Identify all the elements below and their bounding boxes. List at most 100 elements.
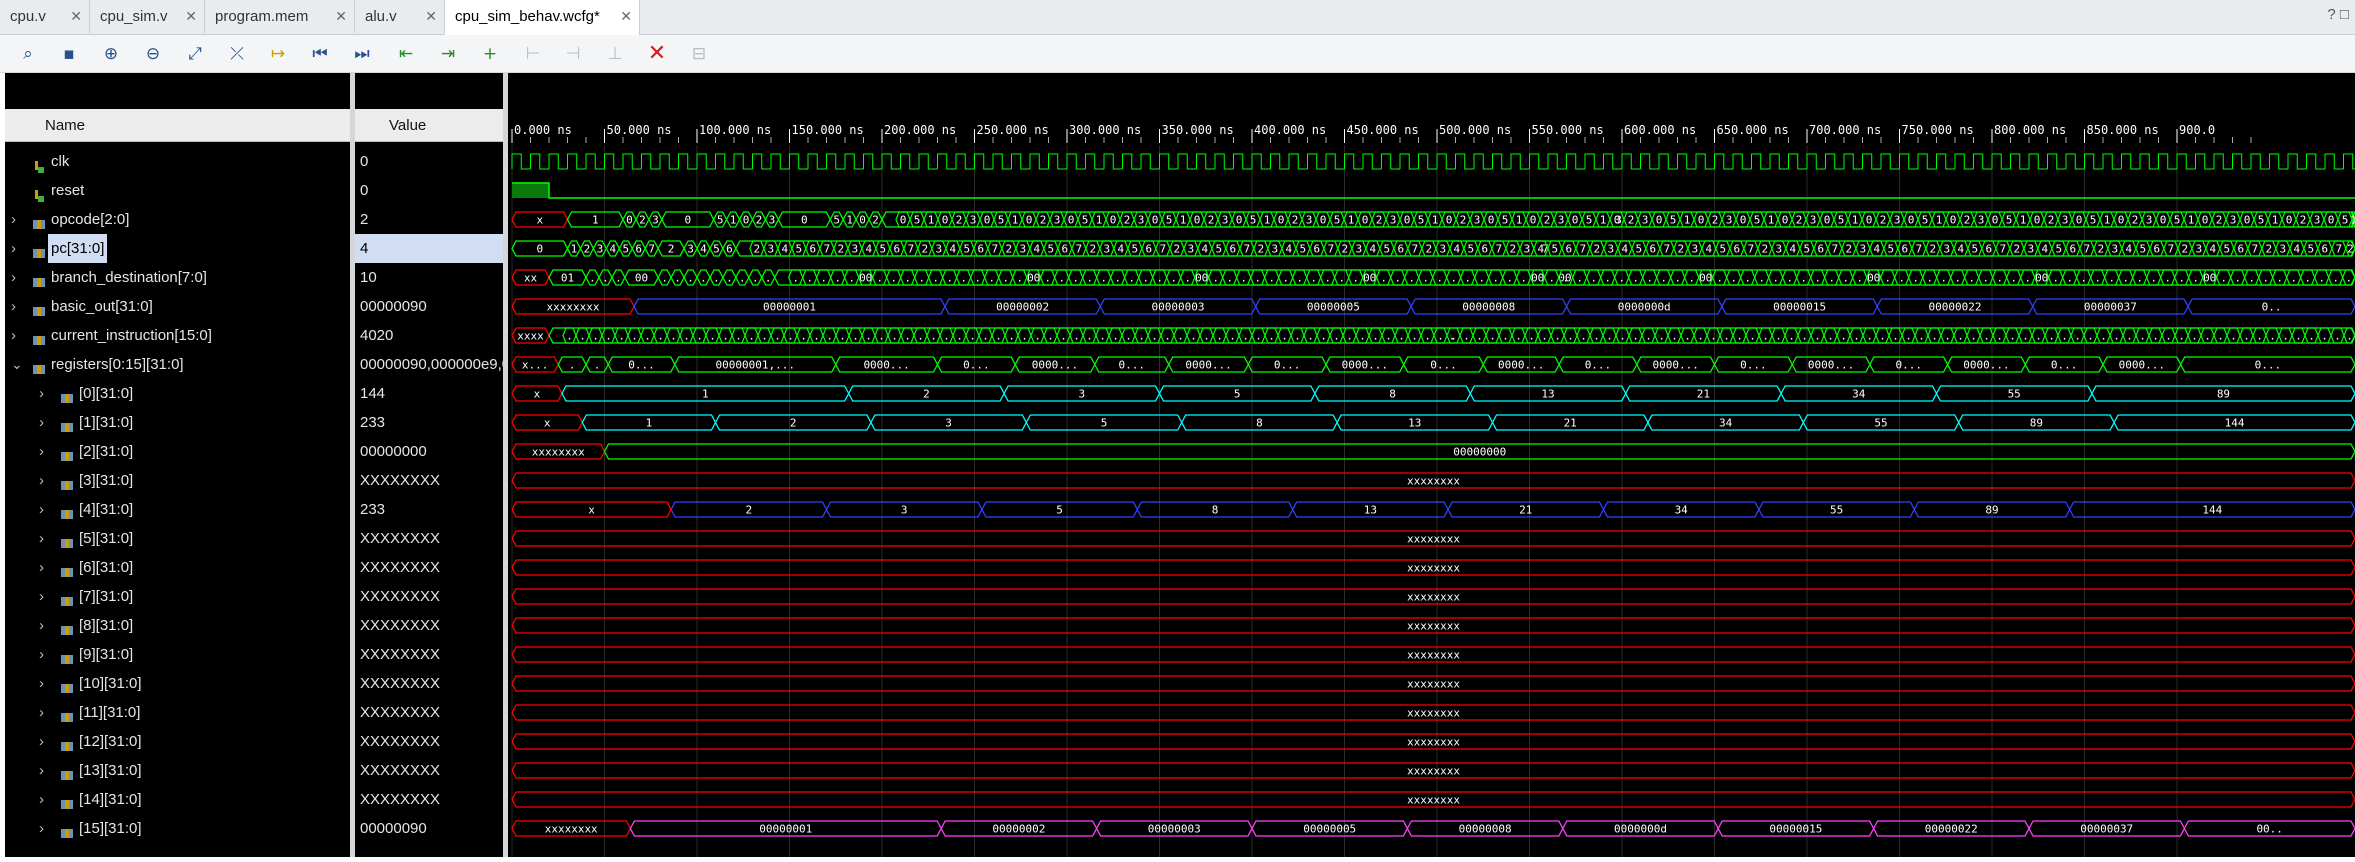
- signal-row-registers[interactable]: ⌄registers[0:15][31:0]: [5, 350, 350, 379]
- signal-row-r12[interactable]: ›[12][31:0]: [5, 727, 350, 756]
- zoom-in-icon[interactable]: ⊕: [98, 41, 124, 67]
- waveform-pane[interactable]: 0.000 ns50.000 ns100.000 ns150.000 ns200…: [508, 73, 2355, 857]
- tab-cpu-sim-behav-wcfg[interactable]: cpu_sim_behav.wcfg*✕: [445, 0, 640, 35]
- signal-row-r6[interactable]: ›[6][31:0]: [5, 553, 350, 582]
- signal-value-row-r9[interactable]: XXXXXXXX: [355, 640, 503, 669]
- signal-value-row-r7[interactable]: XXXXXXXX: [355, 582, 503, 611]
- search-icon[interactable]: ⌕: [15, 41, 41, 67]
- signal-row-r10[interactable]: ›[10][31:0]: [5, 669, 350, 698]
- zoom-out-icon[interactable]: ⊖: [140, 41, 166, 67]
- signal-row-r5[interactable]: ›[5][31:0]: [5, 524, 350, 553]
- signal-value-row-registers[interactable]: 00000090,000000e9,0: [355, 350, 503, 379]
- signal-row-opcode[interactable]: ›opcode[2:0]: [5, 205, 350, 234]
- signal-value-row-r6[interactable]: XXXXXXXX: [355, 553, 503, 582]
- signal-value-row-pc[interactable]: 4: [355, 234, 503, 263]
- tab-program-mem[interactable]: program.mem✕: [205, 0, 355, 33]
- chevron-right-icon[interactable]: ›: [11, 292, 16, 321]
- close-icon[interactable]: ✕: [335, 0, 347, 33]
- tab-alu-v[interactable]: alu.v✕: [355, 0, 445, 33]
- signal-row-r1[interactable]: ›[1][31:0]: [5, 408, 350, 437]
- signal-row-basic_out[interactable]: ›basic_out[31:0]: [5, 292, 350, 321]
- signal-value-row-opcode[interactable]: 2: [355, 205, 503, 234]
- close-icon[interactable]: ✕: [425, 0, 437, 33]
- signal-value-row-r4[interactable]: 233: [355, 495, 503, 524]
- signal-row-current_instruction[interactable]: ›current_instruction[15:0]: [5, 321, 350, 350]
- signal-value-row-r0[interactable]: 144: [355, 379, 503, 408]
- close-icon[interactable]: ✕: [620, 0, 632, 33]
- chevron-right-icon[interactable]: ›: [39, 698, 44, 727]
- chevron-right-icon[interactable]: ›: [39, 785, 44, 814]
- signal-value-row-r14[interactable]: XXXXXXXX: [355, 785, 503, 814]
- chevron-right-icon[interactable]: ›: [39, 524, 44, 553]
- signal-row-r8[interactable]: ›[8][31:0]: [5, 611, 350, 640]
- swap-cursors-icon[interactable]: ⊥: [602, 41, 628, 67]
- signal-row-reset[interactable]: reset: [5, 176, 350, 205]
- delete-icon[interactable]: ✕: [644, 41, 670, 67]
- chevron-right-icon[interactable]: ›: [39, 640, 44, 669]
- signal-value-row-reset[interactable]: 0: [355, 176, 503, 205]
- snap-icon[interactable]: ⊟: [686, 41, 712, 67]
- next-marker-icon[interactable]: ⊣: [560, 41, 586, 67]
- signal-value-row-r3[interactable]: XXXXXXXX: [355, 466, 503, 495]
- signal-row-r7[interactable]: ›[7][31:0]: [5, 582, 350, 611]
- signal-row-r4[interactable]: ›[4][31:0]: [5, 495, 350, 524]
- chevron-right-icon[interactable]: ›: [39, 437, 44, 466]
- zoom-fit-icon[interactable]: ⤢: [182, 41, 208, 67]
- close-icon[interactable]: ✕: [185, 0, 197, 33]
- signal-value-row-r8[interactable]: XXXXXXXX: [355, 611, 503, 640]
- signal-value-row-r5[interactable]: XXXXXXXX: [355, 524, 503, 553]
- signal-row-r0[interactable]: ›[0][31:0]: [5, 379, 350, 408]
- close-icon[interactable]: ✕: [70, 0, 82, 33]
- chevron-right-icon[interactable]: ›: [11, 205, 16, 234]
- signal-row-pc[interactable]: ›pc[31:0]: [5, 234, 350, 263]
- signal-value-row-r13[interactable]: XXXXXXXX: [355, 756, 503, 785]
- signal-row-r15[interactable]: ›[15][31:0]: [5, 814, 350, 843]
- signal-value-row-r15[interactable]: 00000090: [355, 814, 503, 843]
- chevron-down-icon[interactable]: ⌄: [11, 350, 23, 379]
- chevron-right-icon[interactable]: ›: [39, 379, 44, 408]
- chevron-right-icon[interactable]: ›: [39, 582, 44, 611]
- go-to-start-icon[interactable]: ⏮: [307, 41, 333, 67]
- chevron-right-icon[interactable]: ›: [39, 553, 44, 582]
- add-marker-icon[interactable]: +: [477, 41, 503, 67]
- signal-value-row-r2[interactable]: 00000000: [355, 437, 503, 466]
- window-controls[interactable]: ? □: [2327, 6, 2349, 23]
- tab-cpu-v[interactable]: cpu.v✕: [0, 0, 90, 33]
- marker-icon[interactable]: ↦: [265, 41, 291, 67]
- signal-value-row-clk[interactable]: 0: [355, 147, 503, 176]
- cursor-icon[interactable]: ⤫: [224, 41, 250, 67]
- tab-cpu-sim-v[interactable]: cpu_sim.v✕: [90, 0, 205, 33]
- chevron-right-icon[interactable]: ›: [39, 814, 44, 843]
- value-column-header[interactable]: Value: [355, 109, 503, 142]
- chevron-right-icon[interactable]: ›: [11, 234, 16, 263]
- chevron-right-icon[interactable]: ›: [39, 408, 44, 437]
- signal-row-branch_destination[interactable]: ›branch_destination[7:0]: [5, 263, 350, 292]
- signal-row-r2[interactable]: ›[2][31:0]: [5, 437, 350, 466]
- signal-value-row-current_instruction[interactable]: 4020: [355, 321, 503, 350]
- signal-row-clk[interactable]: clk: [5, 147, 350, 176]
- chevron-right-icon[interactable]: ›: [39, 727, 44, 756]
- signal-value-row-r12[interactable]: XXXXXXXX: [355, 727, 503, 756]
- save-icon[interactable]: ▪: [56, 41, 82, 67]
- signal-row-r9[interactable]: ›[9][31:0]: [5, 640, 350, 669]
- signal-row-r11[interactable]: ›[11][31:0]: [5, 698, 350, 727]
- signal-value-row-r10[interactable]: XXXXXXXX: [355, 669, 503, 698]
- chevron-right-icon[interactable]: ›: [11, 321, 16, 350]
- signal-value-row-r11[interactable]: XXXXXXXX: [355, 698, 503, 727]
- signal-row-r3[interactable]: ›[3][31:0]: [5, 466, 350, 495]
- chevron-right-icon[interactable]: ›: [39, 611, 44, 640]
- signal-value-row-basic_out[interactable]: 00000090: [355, 292, 503, 321]
- signal-row-r13[interactable]: ›[13][31:0]: [5, 756, 350, 785]
- chevron-right-icon[interactable]: ›: [11, 263, 16, 292]
- chevron-right-icon[interactable]: ›: [39, 495, 44, 524]
- chevron-right-icon[interactable]: ›: [39, 466, 44, 495]
- signal-value-row-r1[interactable]: 233: [355, 408, 503, 437]
- next-transition-icon[interactable]: ⇥: [435, 41, 461, 67]
- name-column-header[interactable]: Name: [5, 109, 350, 142]
- previous-marker-icon[interactable]: ⊢: [520, 41, 546, 67]
- chevron-right-icon[interactable]: ›: [39, 756, 44, 785]
- go-to-end-icon[interactable]: ⏭: [349, 41, 375, 67]
- previous-transition-icon[interactable]: ⇤: [393, 41, 419, 67]
- signal-row-r14[interactable]: ›[14][31:0]: [5, 785, 350, 814]
- chevron-right-icon[interactable]: ›: [39, 669, 44, 698]
